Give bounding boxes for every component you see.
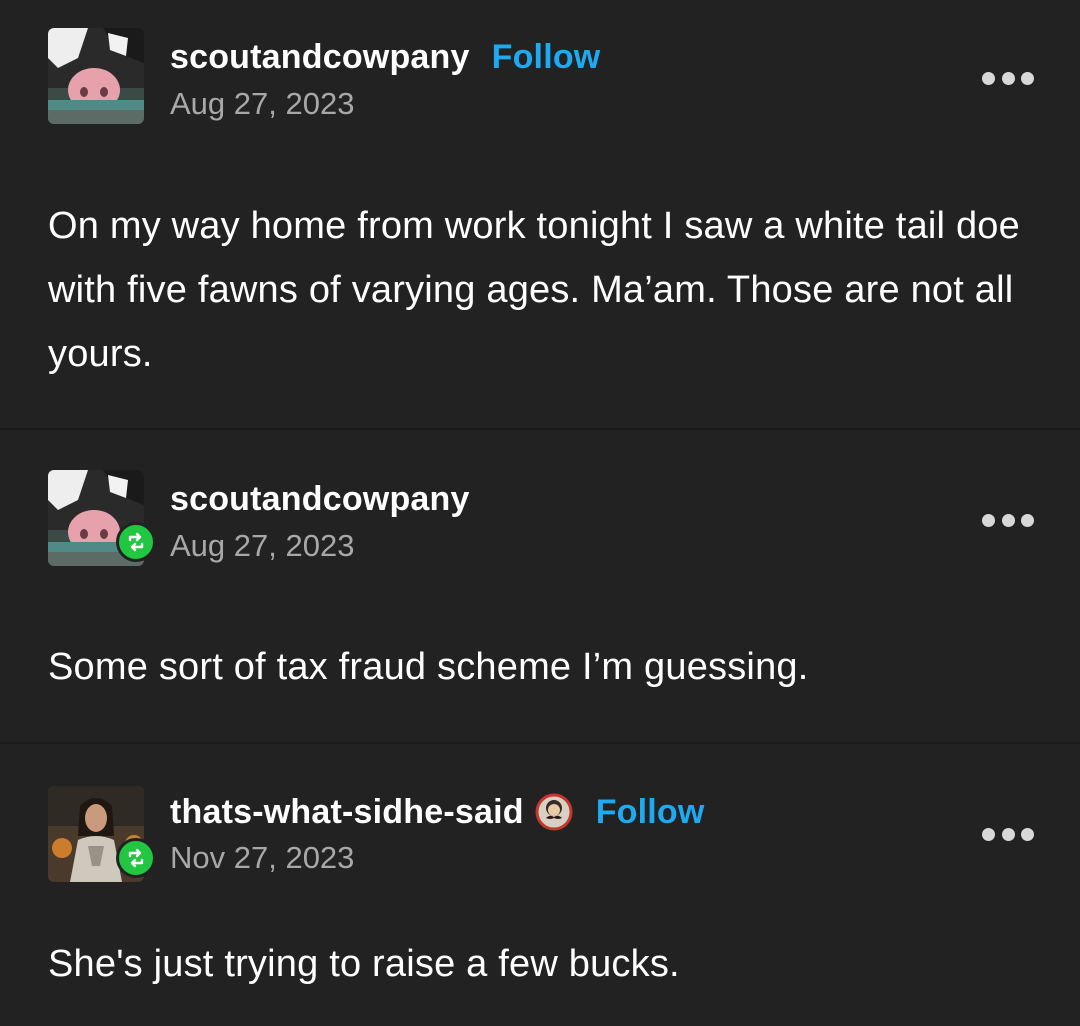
post-header: scoutandcowpany: [170, 480, 470, 519]
post-date: Aug 27, 2023: [170, 528, 355, 563]
username-link[interactable]: thats-what-sidhe-said: [170, 793, 524, 832]
more-options-icon[interactable]: [982, 510, 1034, 530]
post: thats-what-sidhe-said Follow Nov 27, 202…: [0, 744, 1080, 1026]
avatar[interactable]: [48, 470, 156, 566]
username-link[interactable]: scoutandcowpany: [170, 480, 470, 519]
username-link[interactable]: scoutandcowpany: [170, 38, 470, 77]
post: scoutandcowpany Aug 27, 2023 Some sort o…: [0, 430, 1080, 744]
post-body: She's just trying to raise a few bucks.: [48, 943, 680, 985]
more-options-icon[interactable]: [982, 68, 1034, 88]
post-body: Some sort of tax fraud scheme I’m guessi…: [48, 646, 809, 688]
follow-button[interactable]: Follow: [492, 38, 601, 77]
post-header: thats-what-sidhe-said Follow: [170, 792, 705, 832]
post-date: Nov 27, 2023: [170, 840, 355, 875]
follow-button[interactable]: Follow: [596, 793, 705, 832]
avatar[interactable]: [48, 28, 144, 124]
post: scoutandcowpany Follow Aug 27, 2023 On m…: [0, 0, 1080, 430]
avatar[interactable]: [48, 786, 156, 882]
reblog-icon: [116, 838, 156, 878]
reblog-icon: [116, 522, 156, 562]
more-options-icon[interactable]: [982, 824, 1034, 844]
cow-avatar-icon: [48, 28, 144, 124]
post-date: Aug 27, 2023: [170, 86, 355, 121]
post-header: scoutandcowpany Follow: [170, 38, 600, 77]
post-body: On my way home from work tonight I saw a…: [48, 205, 1020, 375]
mustache-badge-icon: [535, 793, 573, 831]
